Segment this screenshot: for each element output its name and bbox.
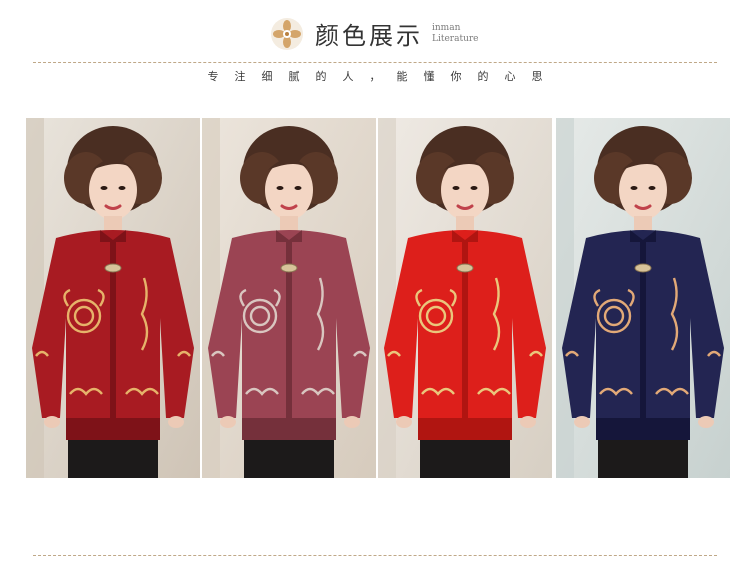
cardigan-illustration [556,118,730,478]
model-photo-navy [556,118,730,478]
bottom-divider [33,555,717,556]
english-subtitle-line1: inman [432,23,461,33]
cardigan-illustration [26,118,200,478]
english-subtitle: inman Literature [432,23,479,45]
page-title: 颜色展示 [315,22,423,50]
model-photo-bright-red [378,118,552,478]
header: 颜色展示 inman Literature [0,0,750,60]
english-subtitle-line2: Literature [432,34,479,44]
model-photo-rose-mauve [202,118,376,478]
cardigan-illustration [202,118,376,478]
model-photo-wine-red [26,118,200,478]
cardigan-illustration [378,118,552,478]
slogan: 专注细腻的人，能懂你的心思 [207,70,559,83]
color-panels [26,118,730,478]
top-divider [33,62,717,63]
flower-logo-icon [271,18,303,50]
